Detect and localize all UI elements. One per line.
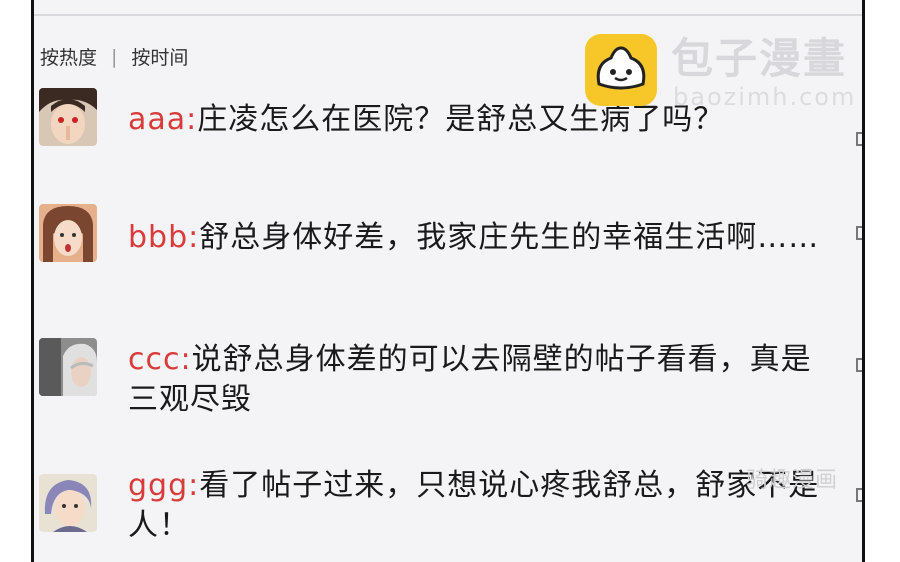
comment-colon: : [180, 342, 192, 377]
watermark-title: 包子漫畫 [671, 34, 848, 83]
sort-bar: 按热度 | 按时间 [40, 43, 188, 70]
reply-icon[interactable] [856, 358, 862, 372]
comment-colon: : [188, 220, 200, 255]
bun-logo-icon [585, 34, 657, 106]
comment-colon: : [188, 468, 200, 503]
sort-separator: | [111, 45, 118, 68]
comment-text: ggg:看了帖子过来，只想说心疼我舒总，舒家不是人！ [128, 466, 828, 546]
avatar-image [39, 338, 97, 396]
comment-body: 说舒总身体差的可以去隔壁的帖子看看，真是三观尽毁 [128, 342, 812, 417]
reply-icon[interactable] [856, 132, 862, 146]
comment-username[interactable]: bbb [128, 220, 188, 255]
sort-by-time-tab[interactable]: 按时间 [131, 43, 188, 70]
comment-body: 舒总身体好差，我家庄先生的幸福生活啊…… [199, 220, 820, 255]
reply-icon[interactable] [856, 226, 862, 240]
watermark: 包子漫畫 baozimh.com [585, 34, 856, 110]
sort-by-heat-tab[interactable]: 按热度 [40, 43, 97, 70]
avatar[interactable] [39, 204, 97, 262]
comment-text: ccc:说舒总身体差的可以去隔壁的帖子看看，真是三观尽毁 [128, 340, 828, 420]
watermark-url: baozimh.com [673, 83, 857, 111]
comment-username[interactable]: aaa [128, 102, 186, 137]
comment-text: bbb:舒总身体好差，我家庄先生的幸福生活啊…… [128, 218, 828, 258]
comment-username[interactable]: ccc [128, 342, 180, 377]
avatar[interactable] [39, 474, 97, 532]
avatar[interactable] [39, 88, 97, 146]
avatar-image [39, 474, 97, 532]
comment-colon: : [186, 102, 198, 137]
comment-username[interactable]: ggg [128, 468, 188, 503]
avatar[interactable] [39, 338, 97, 396]
avatar-image [39, 88, 97, 146]
avatar-image [39, 204, 97, 262]
secondary-watermark: 骑趣漫画 [746, 468, 839, 493]
reply-icon[interactable] [856, 488, 862, 502]
comment-body: 看了帖子过来，只想说心疼我舒总，舒家不是人！ [128, 468, 820, 543]
divider [34, 14, 862, 16]
